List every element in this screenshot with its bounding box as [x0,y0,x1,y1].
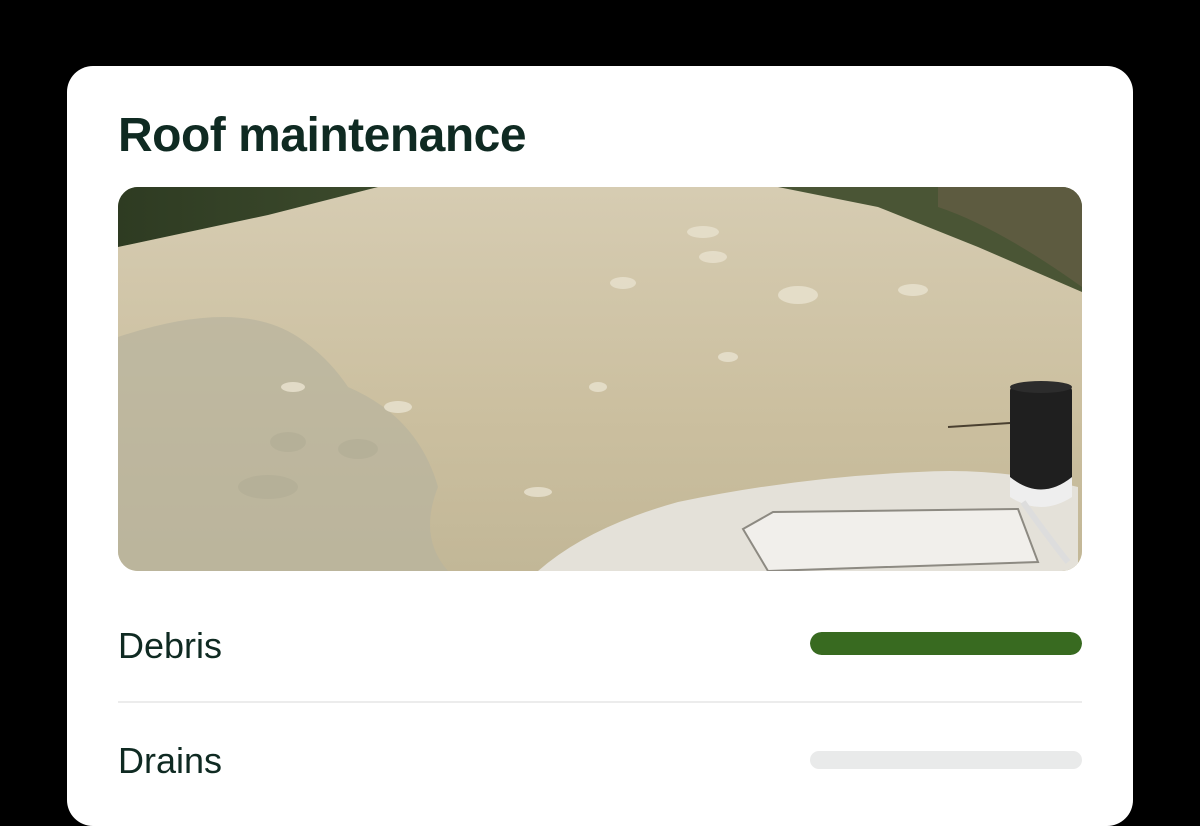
checklist-item-debris[interactable]: Debris [118,614,1082,674]
card-title: Roof maintenance [118,109,527,162]
drains-progress-bar [810,751,1082,769]
checklist-item-label: Debris [118,625,223,666]
roof-maintenance-card: Roof maintenance Debris Drains [67,66,1133,826]
debris-progress-fill [810,632,1082,655]
roof-photo-illustration [118,187,1082,571]
debris-progress-bar [810,632,1082,655]
checklist-item-label: Drains [118,740,223,781]
row-divider [118,701,1082,703]
checklist-item-drains[interactable]: Drains [118,729,1082,789]
roof-photo [118,187,1082,571]
